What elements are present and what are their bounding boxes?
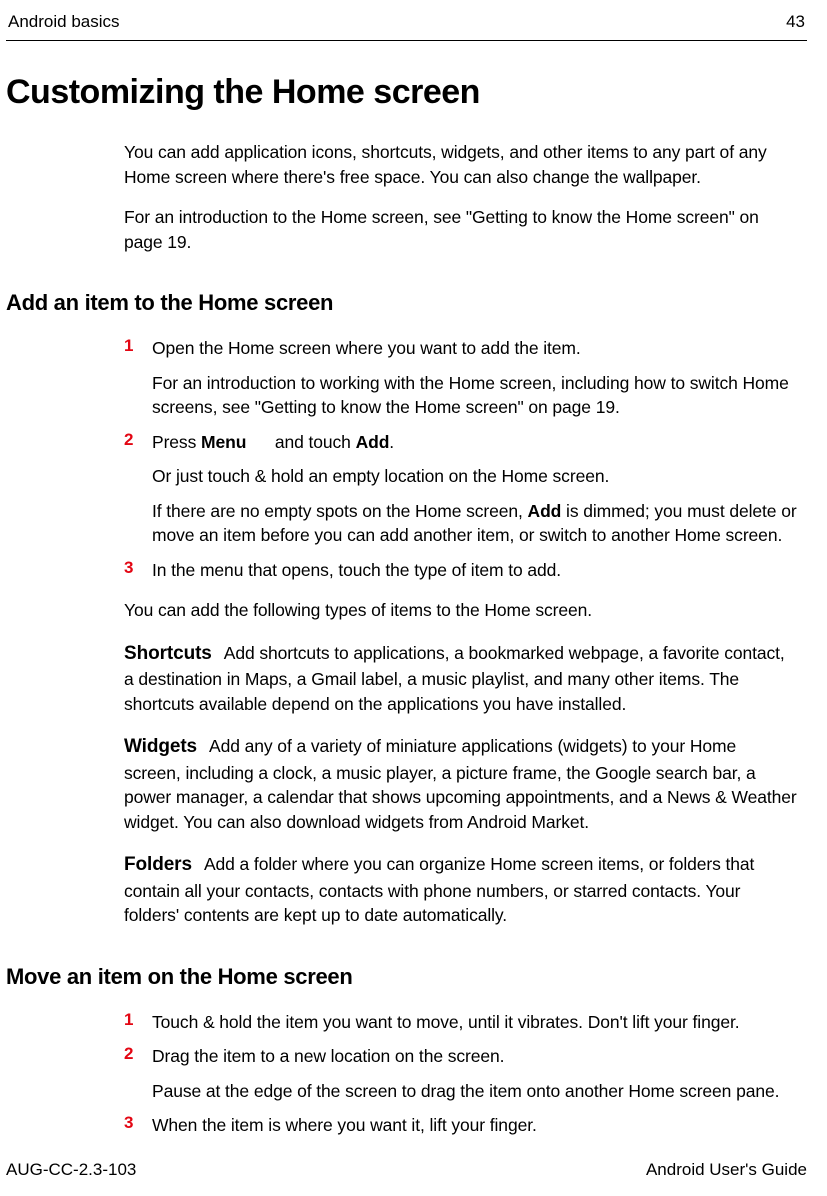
section-heading-add-item: Add an item to the Home screen — [6, 290, 807, 316]
step-body: Drag the item to a new location on the s… — [152, 1044, 797, 1103]
folders-text: Add a folder where you can organize Home… — [124, 854, 754, 925]
shortcuts-text: Add shortcuts to applications, a bookmar… — [124, 643, 785, 714]
step-sub: For an introduction to working with the … — [152, 371, 797, 420]
section2-content: 1 Touch & hold the item you want to move… — [124, 1010, 797, 1138]
page-header: Android basics 43 — [6, 12, 807, 32]
page-footer: AUG-CC-2.3-103 Android User's Guide — [6, 1160, 807, 1180]
step-text: Drag the item to a new location on the s… — [152, 1046, 504, 1066]
step-1: 1 Touch & hold the item you want to move… — [124, 1010, 797, 1035]
section-heading-move-item: Move an item on the Home screen — [6, 964, 807, 990]
step-text-mid: and touch — [270, 432, 356, 452]
step-text-prefix: Press — [152, 432, 201, 452]
add-label: Add — [356, 432, 390, 452]
widgets-definition: WidgetsAdd any of a variety of miniature… — [124, 734, 797, 834]
step-number: 1 — [124, 1010, 152, 1035]
intro-paragraph-2: For an introduction to the Home screen, … — [124, 205, 797, 254]
shortcuts-label: Shortcuts — [124, 643, 212, 664]
step-body: Press Menu and touch Add. Or just touch … — [152, 430, 797, 548]
add-dimmed-label: Add — [528, 501, 562, 521]
footer-guide-name: Android User's Guide — [646, 1160, 807, 1180]
shortcuts-definition: ShortcutsAdd shortcuts to applications, … — [124, 641, 797, 717]
step-sub: Pause at the edge of the screen to drag … — [152, 1079, 797, 1104]
step-3: 3 In the menu that opens, touch the type… — [124, 558, 797, 583]
after-steps-paragraph: You can add the following types of items… — [124, 598, 797, 623]
step-number: 2 — [124, 1044, 152, 1103]
step-3: 3 When the item is where you want it, li… — [124, 1113, 797, 1138]
section1-content: 1 Open the Home screen where you want to… — [124, 336, 797, 928]
footer-doc-id: AUG-CC-2.3-103 — [6, 1160, 136, 1180]
folders-label: Folders — [124, 854, 192, 875]
header-section: Android basics — [8, 12, 120, 32]
step-2: 2 Drag the item to a new location on the… — [124, 1044, 797, 1103]
step-body: Open the Home screen where you want to a… — [152, 336, 797, 420]
intro-block: You can add application icons, shortcuts… — [124, 140, 797, 254]
step-sub-2: If there are no empty spots on the Home … — [152, 499, 797, 548]
widgets-label: Widgets — [124, 736, 197, 757]
menu-icon — [253, 436, 268, 449]
step-sub-1: Or just touch & hold an empty location o… — [152, 464, 797, 489]
step-number: 2 — [124, 430, 152, 548]
folders-definition: FoldersAdd a folder where you can organi… — [124, 852, 797, 928]
step-number: 3 — [124, 558, 152, 583]
menu-label: Menu — [201, 432, 246, 452]
page-title: Customizing the Home screen — [6, 73, 807, 112]
step-text-suffix: . — [389, 432, 394, 452]
widgets-text: Add any of a variety of miniature applic… — [124, 736, 797, 832]
step-text: Open the Home screen where you want to a… — [152, 338, 581, 358]
step-2: 2 Press Menu and touch Add. Or just touc… — [124, 430, 797, 548]
step-number: 1 — [124, 336, 152, 420]
header-page-number: 43 — [786, 12, 805, 32]
step-1: 1 Open the Home screen where you want to… — [124, 336, 797, 420]
step-text: When the item is where you want it, lift… — [152, 1113, 797, 1138]
step-text: Touch & hold the item you want to move, … — [152, 1010, 797, 1035]
header-rule — [6, 40, 807, 41]
intro-paragraph-1: You can add application icons, shortcuts… — [124, 140, 797, 189]
step-number: 3 — [124, 1113, 152, 1138]
step-text: In the menu that opens, touch the type o… — [152, 558, 797, 583]
